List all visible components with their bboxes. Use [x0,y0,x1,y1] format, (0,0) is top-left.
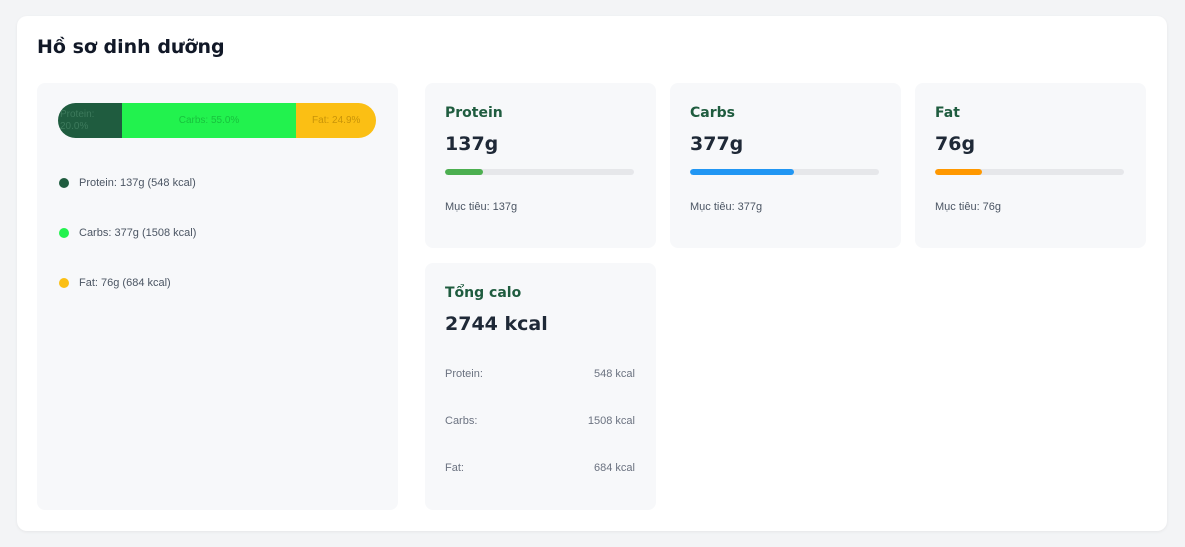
macro-value: 377g [690,133,744,155]
macro-target: Mục tiêu: 76g [935,201,1002,213]
calories-row-label: Carbs: [445,415,478,427]
progress-track [935,169,1124,175]
progress-track [445,169,634,175]
protein-dot-icon [59,178,69,188]
legend-item-carbs: Carbs: 377g (1508 kcal) [59,225,196,241]
macro-name: Carbs [690,105,735,121]
progress-fill [690,169,794,175]
legend-item-protein: Protein: 137g (548 kcal) [59,175,196,191]
legend-label: Carbs: 377g (1508 kcal) [79,227,197,239]
fat-dot-icon [59,278,69,288]
macro-target: Mục tiêu: 137g [445,201,518,213]
calories-row-label: Fat: [445,462,464,474]
legend-label: Fat: 76g (684 kcal) [79,277,171,289]
protein-segment: Protein: 20.0% [58,103,122,138]
macro-name: Protein [445,105,503,121]
page-title: Hồ sơ dinh dưỡng [37,36,225,58]
protein-card: Protein 137g Mục tiêu: 137g [425,83,656,248]
calories-row-carbs: Carbs: 1508 kcal [445,415,635,431]
calories-row-protein: Protein: 548 kcal [445,368,635,384]
macro-target: Mục tiêu: 377g [690,201,763,213]
macro-legend: Protein: 137g (548 kcal) Carbs: 377g (15… [59,175,196,325]
fat-card: Fat 76g Mục tiêu: 76g [915,83,1146,248]
top-strip [0,0,1185,8]
calories-title: Tổng calo [445,285,522,301]
calories-row-fat: Fat: 684 kcal [445,462,635,478]
calories-total: 2744 kcal [445,313,548,335]
total-calories-card: Tổng calo 2744 kcal Protein: 548 kcal Ca… [425,263,656,510]
calories-row-label: Protein: [445,368,483,380]
progress-fill [445,169,483,175]
carbs-card: Carbs 377g Mục tiêu: 377g [670,83,901,248]
carbs-dot-icon [59,228,69,238]
carbs-segment: Carbs: 55.0% [121,103,297,138]
calories-row-value: 548 kcal [594,368,635,380]
legend-label: Protein: 137g (548 kcal) [79,177,196,189]
fat-segment: Fat: 24.9% [296,103,376,138]
macro-distribution-bar: Protein: 20.0% Carbs: 55.0% Fat: 24.9% [58,103,376,138]
progress-track [690,169,879,175]
legend-item-fat: Fat: 76g (684 kcal) [59,275,196,291]
macro-name: Fat [935,105,960,121]
calories-breakdown: Protein: 548 kcal Carbs: 1508 kcal Fat: … [445,368,635,509]
calories-row-value: 1508 kcal [587,415,635,427]
calories-row-value: 684 kcal [594,462,635,474]
macro-value: 76g [935,133,976,155]
progress-fill [935,169,983,175]
macro-distribution-panel: Protein: 20.0% Carbs: 55.0% Fat: 24.9% P… [37,83,398,510]
macro-value: 137g [445,133,499,155]
nutrition-profile-card: Hồ sơ dinh dưỡng Protein: 20.0% Carbs: 5… [17,16,1167,531]
